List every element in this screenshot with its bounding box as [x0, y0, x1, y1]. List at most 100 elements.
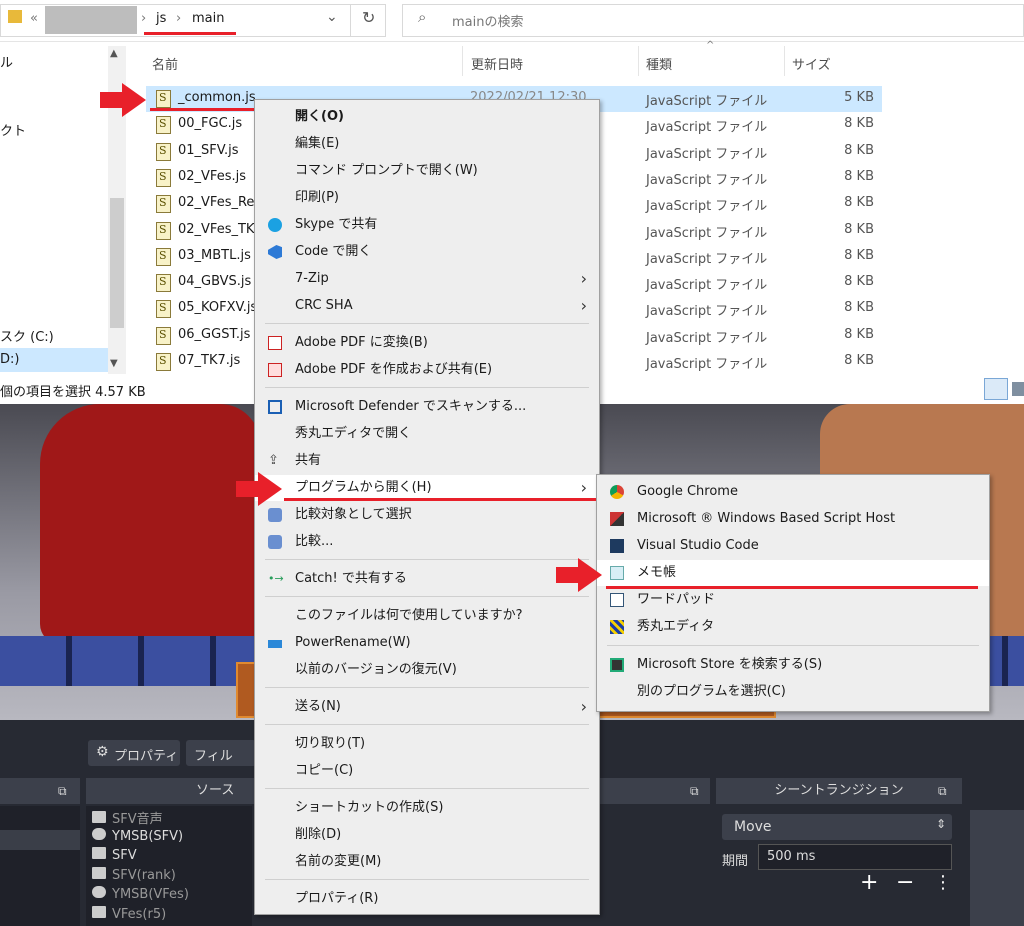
menu-item-cut[interactable]: 切り取り(T) — [255, 731, 599, 757]
scroll-down-icon[interactable]: ▼ — [110, 358, 118, 369]
menu-label: Code で開く — [295, 244, 372, 259]
menu-item-restore[interactable]: 以前のバージョンの復元(V) — [255, 657, 599, 683]
menu-item-defender[interactable]: Microsoft Defender でスキャンする... — [255, 394, 599, 420]
filters-button[interactable]: フィル — [186, 740, 256, 766]
refresh-icon[interactable]: ↻ — [362, 8, 375, 27]
transition-value: Move — [734, 819, 772, 835]
menu-label: 送る(N) — [295, 699, 341, 714]
add-icon[interactable]: + — [860, 870, 878, 895]
scroll-up-icon[interactable]: ▲ — [110, 48, 118, 59]
breadcrumb-js[interactable]: js — [156, 11, 166, 26]
menu-item-hidemaru[interactable]: 秀丸エディタで開く — [255, 421, 599, 447]
transition-select[interactable]: Move ⇕ — [722, 814, 952, 840]
column-size[interactable]: サイズ — [792, 54, 831, 73]
source-item[interactable]: SFV(rank) — [92, 866, 176, 883]
submenu-item-wsh[interactable]: Microsoft ® Windows Based Script Host — [597, 506, 989, 532]
file-size: 8 KB — [844, 221, 874, 237]
fighter-left-image — [40, 404, 260, 644]
tiles-view-icon[interactable] — [1012, 382, 1024, 396]
menu-item-print[interactable]: 印刷(P) — [255, 185, 599, 211]
menu-item-compare[interactable]: 比較... — [255, 529, 599, 555]
menu-item-shortcut[interactable]: ショートカットの作成(S) — [255, 795, 599, 821]
vscode-icon — [268, 245, 282, 259]
scene-selected[interactable] — [0, 830, 80, 850]
nav-item-d-drive[interactable]: D:) — [0, 352, 19, 367]
controls-dock-partial — [970, 810, 1024, 926]
scenes-list[interactable] — [0, 806, 80, 926]
menu-item-powerrename[interactable]: PowerRename(W) — [255, 630, 599, 656]
source-item[interactable]: VFes(r5) — [92, 905, 167, 922]
breadcrumb-overflow[interactable]: « — [30, 11, 38, 26]
submenu-item-chrome[interactable]: Google Chrome — [597, 479, 989, 505]
menu-item-what-uses[interactable]: このファイルは何で使用していますか? — [255, 603, 599, 629]
chevron-down-icon[interactable]: ⌄ — [326, 9, 338, 25]
nav-item-partial[interactable]: クト — [0, 120, 26, 139]
file-type: JavaScript ファイル — [646, 172, 768, 188]
menu-item-rename[interactable]: 名前の変更(M) — [255, 849, 599, 875]
remove-icon[interactable]: − — [896, 870, 914, 895]
submenu-item-notepad[interactable]: メモ帳 — [597, 560, 989, 586]
chevron-right-icon: › — [580, 697, 587, 716]
menu-item-open[interactable]: 開く(O) — [255, 104, 599, 130]
source-label: SFV(rank) — [112, 867, 176, 883]
js-file-icon — [156, 142, 171, 161]
properties-button[interactable]: ⚙ プロパティ — [88, 740, 180, 766]
menu-label: 別のプログラムを選択(C) — [637, 684, 786, 699]
menu-item-compare-select[interactable]: 比較対象として選択 — [255, 502, 599, 528]
menu-separator — [265, 788, 589, 789]
menu-item-7zip[interactable]: 7-Zip › — [255, 266, 599, 292]
submenu-item-wordpad[interactable]: ワードパッド — [597, 587, 989, 613]
menu-item-share[interactable]: ⇪ 共有 — [255, 448, 599, 474]
divider — [638, 46, 639, 76]
nav-scrollbar-thumb[interactable] — [110, 198, 124, 328]
image-icon — [92, 866, 106, 879]
source-label: SFV — [112, 848, 137, 863]
more-icon[interactable]: ⋮ — [934, 872, 952, 893]
menu-item-send-to[interactable]: 送る(N) › — [255, 694, 599, 720]
submenu-item-other[interactable]: 別のプログラムを選択(C) — [597, 679, 989, 705]
menu-item-cmd[interactable]: コマンド プロンプトで開く(W) — [255, 158, 599, 184]
wordpad-icon — [610, 593, 624, 607]
menu-item-skype[interactable]: Skype で共有 — [255, 212, 599, 238]
menu-item-properties[interactable]: プロパティ(R) — [255, 886, 599, 912]
details-view-icon[interactable] — [984, 378, 1008, 400]
share-icon: ⇪ — [268, 453, 279, 468]
source-item[interactable]: SFV音声 — [92, 808, 163, 827]
undock-icon[interactable]: ⧉ — [58, 784, 67, 799]
menu-item-pdf-convert[interactable]: Adobe PDF に変換(B) — [255, 330, 599, 356]
column-name[interactable]: 名前 — [152, 54, 178, 73]
source-item[interactable]: SFV — [92, 847, 137, 863]
status-text: 個の項目を選択 4.57 KB — [0, 385, 146, 400]
breadcrumb-main[interactable]: main — [192, 11, 224, 26]
menu-label: Adobe PDF に変換(B) — [295, 335, 428, 350]
column-date[interactable]: 更新日時 — [471, 54, 523, 73]
source-label: VFes(r5) — [112, 906, 167, 922]
divider — [462, 46, 463, 76]
menu-item-crc[interactable]: CRC SHA › — [255, 293, 599, 319]
submenu-item-store[interactable]: Microsoft Store を検索する(S) — [597, 652, 989, 678]
source-item[interactable]: YMSB(SFV) — [92, 827, 183, 844]
menu-item-copy[interactable]: コピー(C) — [255, 758, 599, 784]
menu-item-edit[interactable]: 編集(E) — [255, 131, 599, 157]
file-type: JavaScript ファイル — [646, 199, 768, 215]
nav-item-c-drive[interactable]: スク (C:) — [0, 326, 54, 345]
source-label: SFV音声 — [112, 812, 163, 827]
nav-item-partial[interactable]: ル — [0, 52, 13, 71]
js-file-icon — [156, 326, 171, 345]
menu-item-catch[interactable]: •→ Catch! で共有する — [255, 566, 599, 592]
column-type[interactable]: 種類 — [646, 54, 672, 73]
undock-icon[interactable]: ⧉ — [938, 784, 947, 799]
file-type: JavaScript ファイル — [646, 251, 768, 267]
pdf-icon — [268, 336, 282, 350]
duration-input[interactable]: 500 ms — [758, 844, 952, 870]
menu-label: プログラムから開く(H) — [295, 480, 432, 495]
source-item[interactable]: YMSB(VFes) — [92, 886, 189, 902]
scenes-dock-header — [0, 778, 80, 804]
transition-dock-header: シーントランジション — [716, 778, 962, 804]
menu-item-delete[interactable]: 削除(D) — [255, 822, 599, 848]
menu-item-code[interactable]: Code で開く — [255, 239, 599, 265]
menu-item-pdf-share[interactable]: Adobe PDF を作成および共有(E) — [255, 357, 599, 383]
undock-icon[interactable]: ⧉ — [690, 784, 699, 799]
submenu-item-hidemaru[interactable]: 秀丸エディタ — [597, 614, 989, 640]
submenu-item-vscode[interactable]: Visual Studio Code — [597, 533, 989, 559]
